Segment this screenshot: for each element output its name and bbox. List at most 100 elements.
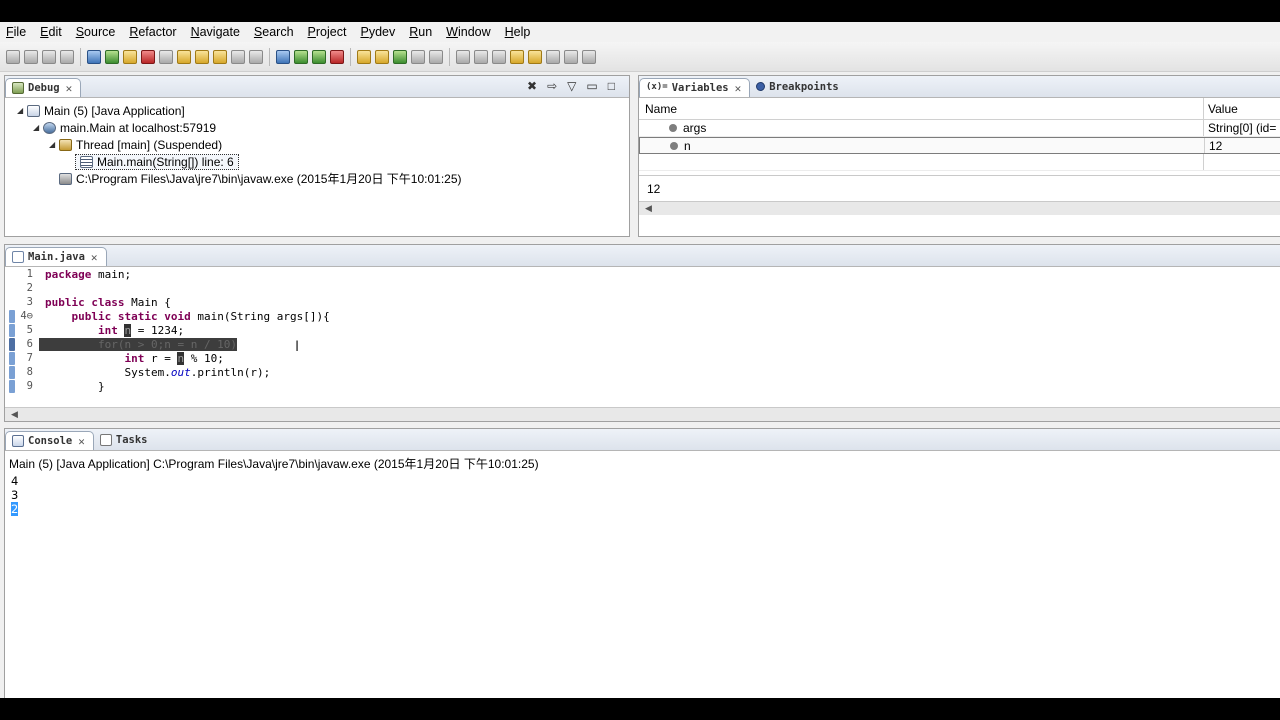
forward-icon[interactable] <box>564 49 578 64</box>
bug-icon <box>12 82 24 94</box>
menu-pydev[interactable]: Pydev <box>360 25 395 39</box>
editor-view: Main.java ✕ 1 package main; 2 3 public c… <box>4 244 1280 422</box>
horizontal-scrollbar[interactable]: ◀ <box>639 201 1280 215</box>
menu-project[interactable]: Project <box>308 25 347 39</box>
debug-view-toolbar: ✖ ⇨ ▽ ▭ □ <box>527 79 615 93</box>
breakpoint-marker-icon[interactable] <box>9 323 15 337</box>
variable-detail-text: 12 <box>647 182 661 196</box>
tree-item-stack-frame[interactable]: Main.main(String[]) line: 6 <box>17 153 629 170</box>
code-editor[interactable]: 1 package main; 2 3 public class Main { … <box>5 267 1280 393</box>
tab-tasks[interactable]: Tasks <box>94 429 156 450</box>
tree-item-process[interactable]: C:\Program Files\Java\jre7\bin\javaw.exe… <box>17 170 629 187</box>
tree-item-target[interactable]: ◢ main.Main at localhost:57919 <box>17 119 629 136</box>
close-icon[interactable]: ✕ <box>735 82 742 95</box>
breakpoint-marker-icon[interactable] <box>9 379 15 393</box>
menu-search[interactable]: Search <box>254 25 294 39</box>
menu-refactor[interactable]: Refactor <box>129 25 176 39</box>
breakpoint-marker-icon[interactable] <box>9 365 15 379</box>
expand-triangle-icon[interactable]: ◢ <box>49 140 59 149</box>
menu-edit[interactable]: Edit <box>40 25 62 39</box>
save-all-icon[interactable] <box>42 49 56 64</box>
column-value[interactable]: Value <box>1203 98 1280 119</box>
console-output[interactable]: 4 3 2 <box>5 472 1280 516</box>
line-number: 1 <box>26 268 33 280</box>
tab-main-java[interactable]: Main.java ✕ <box>5 247 107 266</box>
column-value-label: Value <box>1208 101 1238 116</box>
tab-tasks-label: Tasks <box>115 433 148 446</box>
console-line-text: 2 <box>11 502 19 516</box>
print-icon[interactable] <box>60 49 74 64</box>
editor-horizontal-scrollbar[interactable]: ◀ <box>5 407 1280 421</box>
variable-detail-pane[interactable]: 12 <box>639 175 1280 201</box>
tree-item-launch[interactable]: ◢ Main (5) [Java Application] <box>17 102 629 119</box>
close-icon[interactable]: ✕ <box>91 251 98 264</box>
view-menu-icon[interactable]: ▽ <box>567 79 576 93</box>
next-annotation-icon[interactable] <box>510 49 524 64</box>
remove-terminated-icon[interactable]: ✖ <box>527 79 537 93</box>
menu-run[interactable]: Run <box>409 25 432 39</box>
variable-row-empty <box>639 154 1280 171</box>
new-class-icon[interactable] <box>393 49 407 64</box>
toggle-block-selection-icon[interactable] <box>474 49 488 64</box>
pin-editor-icon[interactable] <box>582 49 596 64</box>
skip-breakpoints-icon[interactable] <box>87 49 101 64</box>
stack-frame-selection: Main.main(String[]) line: 6 <box>75 153 239 170</box>
code-text: .println(r); <box>190 365 271 379</box>
show-whitespace-icon[interactable] <box>492 49 506 64</box>
terminate-icon[interactable] <box>141 49 155 64</box>
tree-item-thread[interactable]: ◢ Thread [main] (Suspended) <box>17 136 629 153</box>
external-tools-icon[interactable] <box>330 49 344 64</box>
variable-row[interactable]: args String[0] (id= <box>639 120 1280 137</box>
code-text: System. <box>45 365 171 379</box>
close-icon[interactable]: ✕ <box>66 82 73 95</box>
variables-view: (x)= Variables ✕ Breakpoints Name Value … <box>638 75 1280 237</box>
close-icon[interactable]: ✕ <box>78 435 85 448</box>
column-name[interactable]: Name <box>639 102 1203 116</box>
tab-breakpoints[interactable]: Breakpoints <box>750 76 847 97</box>
new-package-icon[interactable] <box>375 49 389 64</box>
open-type-icon[interactable] <box>411 49 425 64</box>
toggle-mark-occurrences-icon[interactable] <box>456 49 470 64</box>
back-icon[interactable] <box>546 49 560 64</box>
step-into-icon[interactable] <box>177 49 191 64</box>
expand-triangle-icon[interactable]: ◢ <box>33 123 43 132</box>
menu-window[interactable]: Window <box>446 25 490 39</box>
drop-to-frame-icon[interactable] <box>231 49 245 64</box>
step-return-icon[interactable] <box>213 49 227 64</box>
breakpoint-icon <box>756 82 766 91</box>
tab-console[interactable]: Console ✕ <box>5 431 94 450</box>
maximize-icon[interactable]: □ <box>608 79 615 93</box>
step-over-icon[interactable] <box>195 49 209 64</box>
save-icon[interactable] <box>24 49 38 64</box>
new-icon[interactable] <box>6 49 20 64</box>
previous-annotation-icon[interactable] <box>528 49 542 64</box>
tab-breakpoints-label: Breakpoints <box>769 80 839 93</box>
resume-icon[interactable] <box>105 49 119 64</box>
new-java-project-icon[interactable] <box>357 49 371 64</box>
tab-debug[interactable]: Debug ✕ <box>5 78 82 97</box>
use-step-filters-icon[interactable] <box>249 49 263 64</box>
code-static-field: out <box>170 365 191 379</box>
console-line: 3 <box>11 488 1280 502</box>
search-icon[interactable] <box>429 49 443 64</box>
expand-triangle-icon[interactable]: ◢ <box>17 106 27 115</box>
menu-source[interactable]: Source <box>76 25 116 39</box>
suspend-icon[interactable] <box>123 49 137 64</box>
bookmark-marker-icon[interactable] <box>9 309 15 323</box>
variable-row-selected[interactable]: n 12 <box>639 137 1280 154</box>
debug-tabbar: Debug ✕ ✖ ⇨ ▽ ▭ □ <box>5 76 629 98</box>
menu-navigate[interactable]: Navigate <box>191 25 240 39</box>
disconnect-icon[interactable] <box>159 49 173 64</box>
variable-value: String[0] (id= <box>1208 121 1277 135</box>
variable-name: n <box>684 138 691 153</box>
pydev-icon[interactable] <box>276 49 290 64</box>
step-icon[interactable]: ⇨ <box>547 79 557 93</box>
debug-icon[interactable] <box>294 49 308 64</box>
tab-variables[interactable]: (x)= Variables ✕ <box>639 78 751 97</box>
menu-help[interactable]: Help <box>505 25 531 39</box>
run-icon[interactable] <box>312 49 326 64</box>
minimize-icon[interactable]: ▭ <box>586 79 597 93</box>
menu-file[interactable]: File <box>6 25 26 39</box>
breakpoint-marker-icon[interactable] <box>9 351 15 365</box>
code-line: 8 System.out.println(r); <box>5 365 1280 379</box>
